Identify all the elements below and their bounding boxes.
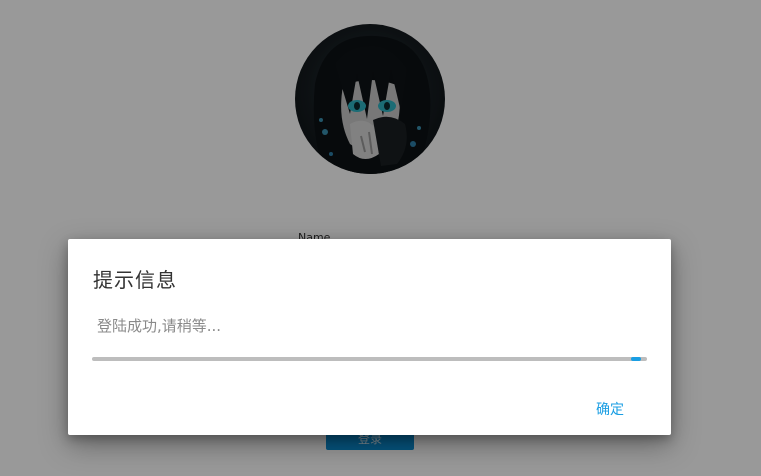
dialog-message: 登陆成功,请稍等...	[97, 317, 222, 335]
progress-bar	[92, 357, 647, 361]
dialog-title: 提示信息	[93, 268, 177, 292]
confirm-button[interactable]: 确定	[596, 399, 624, 419]
progress-bar-fill	[630, 357, 641, 361]
info-dialog: 提示信息 登陆成功,请稍等... 确定	[68, 239, 671, 435]
login-page: Name 登录 提示信息 登陆成功,请稍等... 确定	[0, 0, 761, 476]
